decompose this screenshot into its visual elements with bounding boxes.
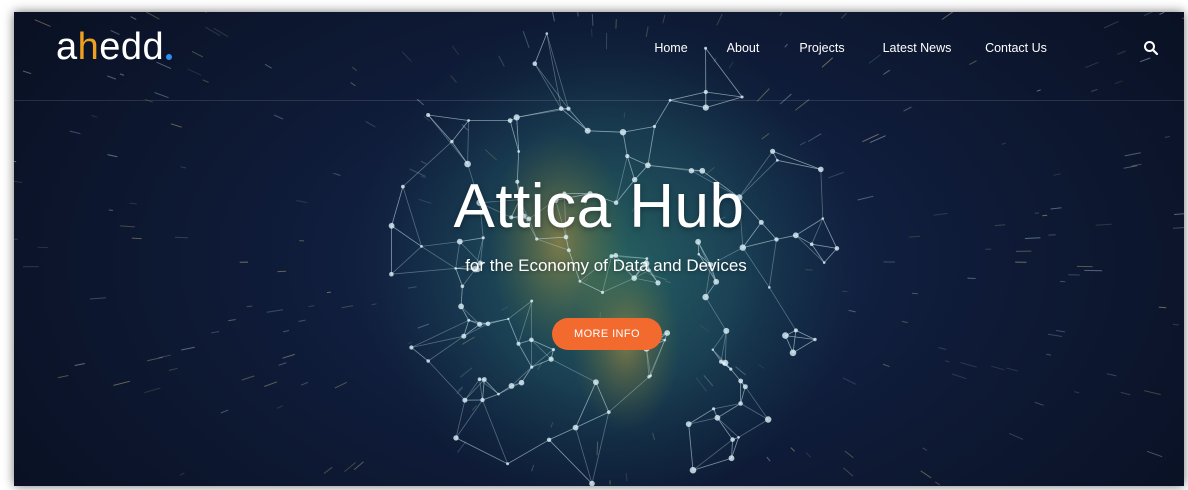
hero-title: Attica Hub: [453, 172, 745, 241]
logo-dot-icon: [166, 54, 173, 60]
logo-text-a: a: [56, 26, 78, 68]
top-navigation-bar: ahedd Home About Projects Latest News Co…: [14, 12, 1184, 101]
more-info-button[interactable]: MORE INFO: [552, 318, 662, 350]
nav-item-latest-news[interactable]: Latest News: [866, 37, 968, 59]
search-icon[interactable]: [1143, 40, 1159, 56]
site-logo[interactable]: ahedd: [56, 24, 173, 70]
hero-subtitle: for the Economy of Data and Devices: [465, 256, 747, 275]
logo-text-h: h: [77, 26, 100, 68]
logo-text-edd: edd: [99, 26, 165, 68]
nav-item-home[interactable]: Home: [634, 37, 708, 59]
nav-item-projects[interactable]: Projects: [778, 37, 866, 59]
main-nav: Home About Projects Latest News Contact …: [634, 37, 1064, 59]
hero-section: ahedd Home About Projects Latest News Co…: [14, 12, 1184, 486]
nav-item-about[interactable]: About: [708, 37, 778, 59]
nav-item-contact-us[interactable]: Contact Us: [968, 37, 1064, 59]
